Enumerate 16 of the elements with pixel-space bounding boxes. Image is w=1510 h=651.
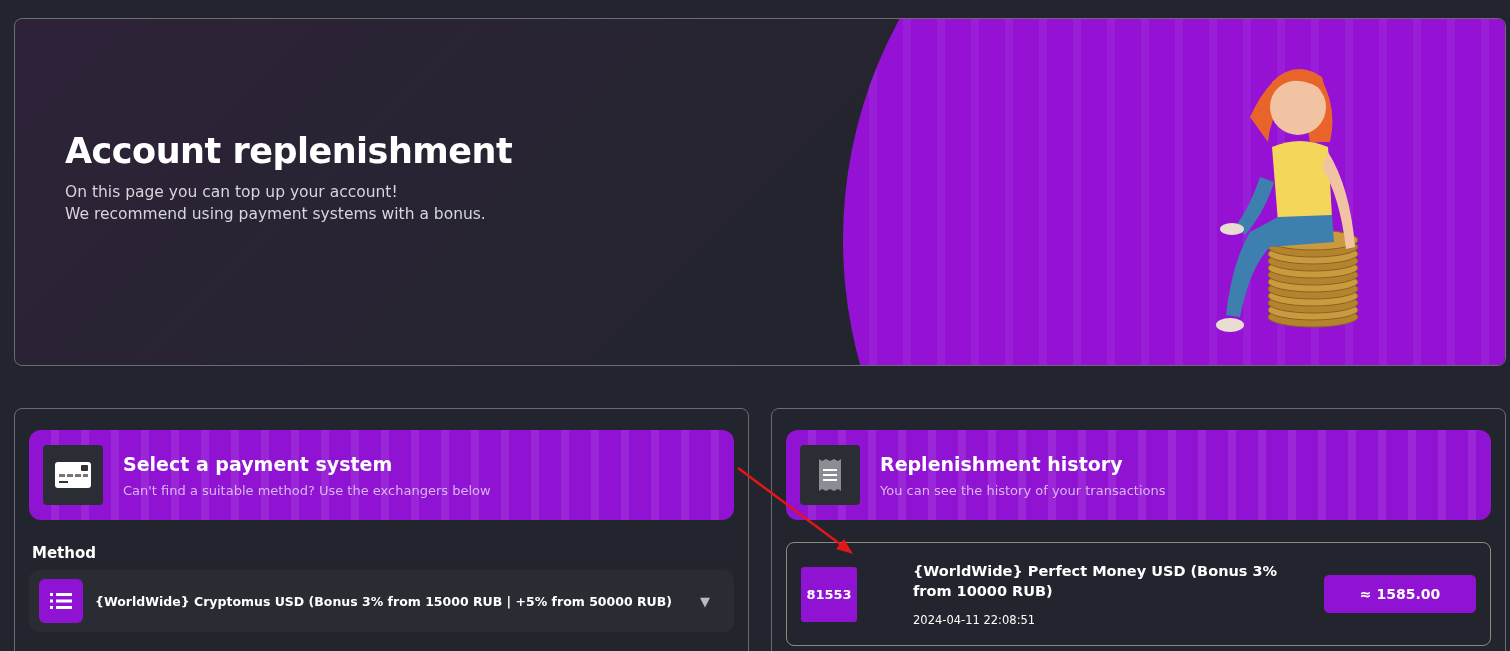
banner-text: We recommend using payment systems with a bonus. xyxy=(65,205,487,223)
credit-card-icon xyxy=(43,445,103,505)
card-title: Select a payment system xyxy=(123,452,394,475)
field-label: Method xyxy=(32,544,97,562)
receipt-icon xyxy=(800,445,860,505)
amount-badge: ≈ 1585.00 xyxy=(1324,575,1476,613)
method-dropdown[interactable]: {WorldWide} Cryptomus USD (Bonus 3% from 15000 RUB | +5% from 50000 RUB) ▼ xyxy=(29,570,734,632)
banner-text: On this page you can top up your account! xyxy=(65,183,399,201)
list-icon xyxy=(39,579,83,623)
card-subtitle: Can't find a suitable method? Use the exchangers below xyxy=(123,482,491,498)
card-subtitle: You can see the history of your transactions xyxy=(880,482,1166,498)
card-title: Replenishment history xyxy=(880,452,1124,475)
page-title: Account replenishment xyxy=(65,131,513,171)
transaction-date: 2024-04-11 22:08:51 xyxy=(913,613,1037,627)
transaction-name: {WorldWide} Perfect Money USD (Bonus 3% from 10000 RUB) xyxy=(913,562,1279,601)
transaction-id: 81553 xyxy=(801,566,857,622)
